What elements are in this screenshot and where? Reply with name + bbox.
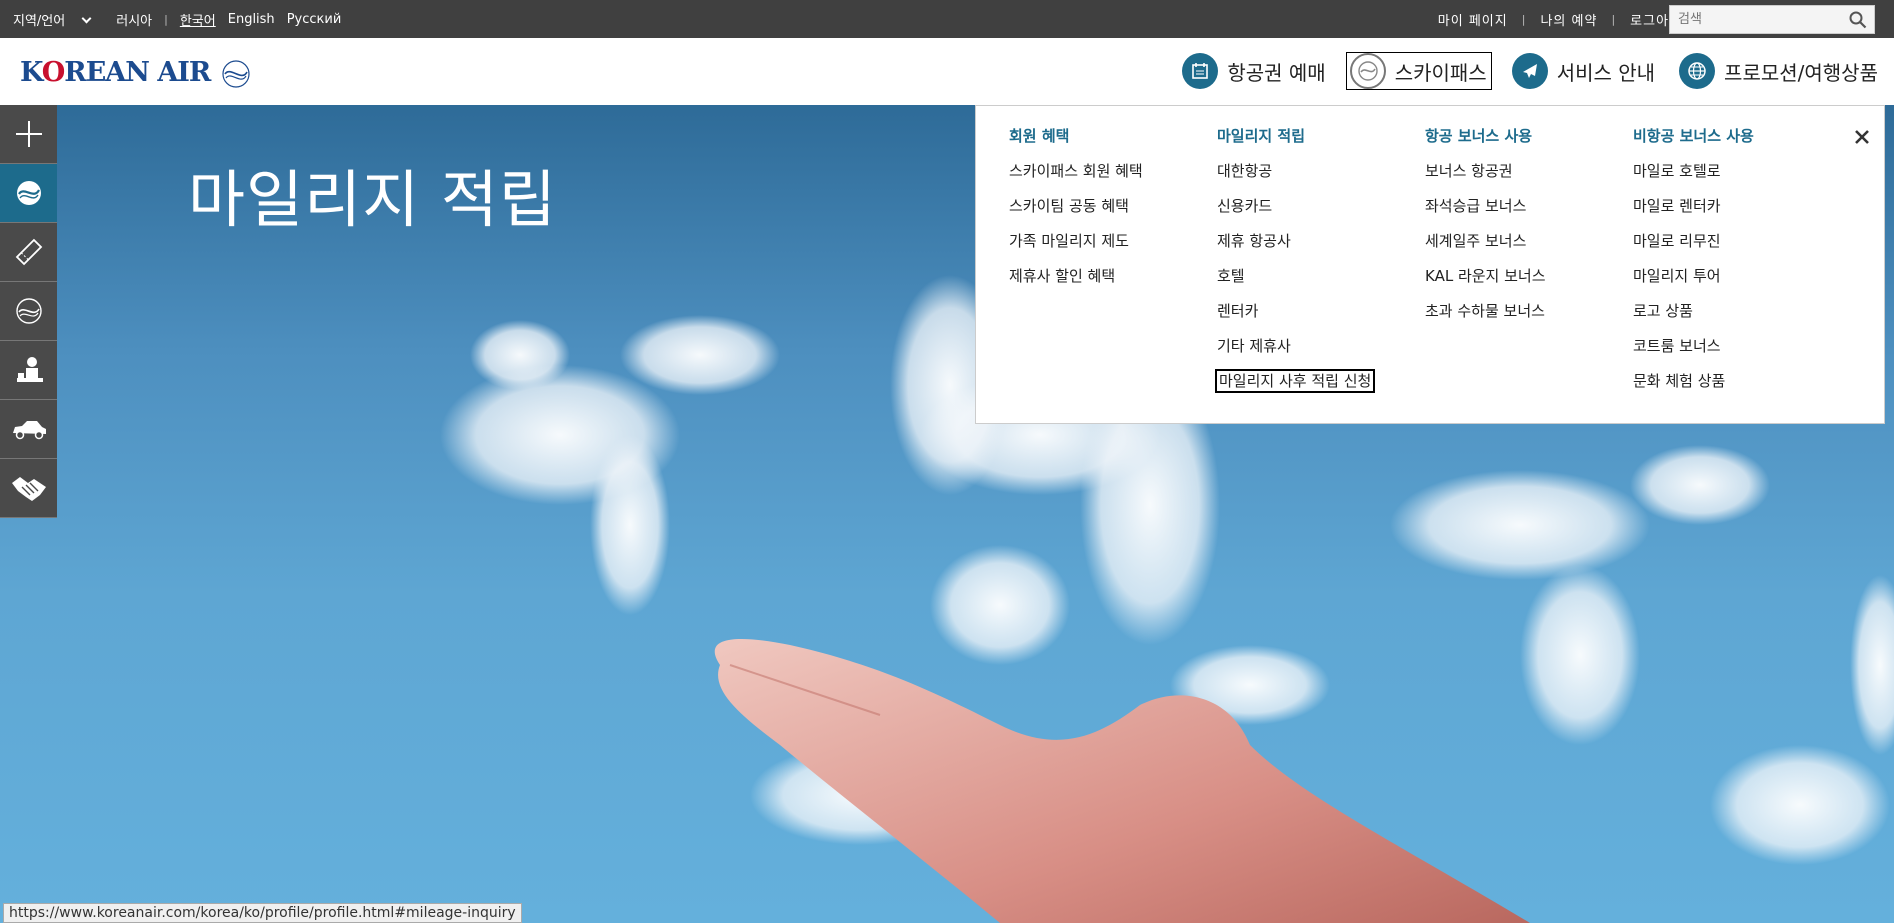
- menu-item[interactable]: 가족 마일리지 제도: [1009, 230, 1143, 265]
- menu-item[interactable]: KAL 라운지 보너스: [1425, 265, 1546, 300]
- my-page-link[interactable]: 마이 페이지: [1438, 10, 1508, 29]
- menu-item[interactable]: 호텔: [1217, 265, 1373, 300]
- airplane-icon: [1511, 53, 1548, 89]
- menu-item[interactable]: 좌석승급 보너스: [1425, 195, 1546, 230]
- main-nav: 항공권 예매 스카이패스 서비스 안내 프로모션/여행상품: [1162, 52, 1882, 90]
- account-links: 마이 페이지 | 나의 예약 | 로그아웃: [1438, 0, 1682, 38]
- menu-item[interactable]: 마일로 렌터카: [1633, 195, 1754, 230]
- menu-column-member-benefits: 회원 혜택 스카이패스 회원 혜택 스카이팀 공동 혜택 가족 마일리지 제도 …: [1009, 125, 1143, 300]
- nav-label: 항공권 예매: [1227, 60, 1326, 85]
- ticket-icon: [15, 238, 42, 266]
- menu-item[interactable]: 코트룸 보너스: [1633, 335, 1754, 370]
- search-icon[interactable]: [1849, 11, 1867, 29]
- menu-list: 대한항공 신용카드 제휴 항공사 호텔 렌터카 기타 제휴사 마일리지 사후 적…: [1214, 160, 1376, 405]
- country-label[interactable]: 러시아: [116, 10, 152, 29]
- car-icon: [12, 421, 46, 440]
- quick-menu-expand-button[interactable]: [0, 105, 57, 164]
- menu-column-heading[interactable]: 회원 혜택: [1009, 125, 1143, 146]
- top-utility-bar: 지역/언어 러시아 | 한국어 English Русский 마이 페이지 |…: [0, 0, 1894, 38]
- plus-icon: [15, 121, 42, 147]
- quick-menu-sidebar: [0, 105, 57, 518]
- skyteam-emblem-icon: [222, 60, 250, 88]
- nav-label: 스카이패스: [1394, 60, 1487, 85]
- quick-menu-ticket[interactable]: [0, 223, 57, 282]
- logo-text: KOREAN AIR: [20, 56, 211, 88]
- menu-item[interactable]: 스카이팀 공동 혜택: [1009, 195, 1143, 230]
- my-reservations-link[interactable]: 나의 예약: [1540, 10, 1597, 29]
- nav-label: 프로모션/여행상품: [1724, 60, 1878, 85]
- quick-menu-skyteam[interactable]: [0, 282, 57, 341]
- menu-list: 스카이패스 회원 혜택 스카이팀 공동 혜택 가족 마일리지 제도 제휴사 할인…: [1009, 160, 1143, 300]
- menu-item[interactable]: 마일리지 투어: [1633, 265, 1754, 300]
- language-korean[interactable]: 한국어: [180, 10, 216, 29]
- skypass-icon: [16, 181, 41, 205]
- menu-item[interactable]: 신용카드: [1217, 195, 1373, 230]
- quick-menu-skypass[interactable]: [0, 164, 57, 223]
- menu-column-mileage-earning: 마일리지 적립 대한항공 신용카드 제휴 항공사 호텔 렌터카 기타 제휴사 마…: [1214, 125, 1376, 405]
- language-russian[interactable]: Русский: [287, 12, 342, 27]
- globe-icon: [1679, 53, 1716, 89]
- menu-item[interactable]: 대한항공: [1217, 160, 1373, 195]
- nav-skypass[interactable]: 스카이패스: [1345, 52, 1492, 90]
- status-bar-url: https://www.koreanair.com/korea/ko/profi…: [3, 903, 522, 923]
- language-english[interactable]: English: [228, 12, 275, 27]
- quick-menu-partners[interactable]: [0, 459, 57, 518]
- menu-item[interactable]: 문화 체험 상품: [1633, 370, 1754, 405]
- main-header: KOREAN AIR 항공권 예매 스카이패스 서비스 안내 프로모션/여행상품: [0, 38, 1894, 105]
- skypass-icon: [1349, 53, 1386, 89]
- korean-air-logo[interactable]: KOREAN AIR: [20, 51, 256, 93]
- menu-column-non-air-bonus: 비항공 보너스 사용 마일로 호텔로 마일로 렌터카 마일로 리무진 마일리지 …: [1633, 125, 1754, 405]
- nav-booking[interactable]: 항공권 예매: [1178, 52, 1329, 90]
- search-input[interactable]: [1670, 6, 1840, 33]
- agent-icon: [16, 357, 43, 382]
- chevron-down-icon: [81, 13, 92, 23]
- page-title: 마일리지 적립: [188, 163, 557, 236]
- region-language-bar: 지역/언어 러시아 | 한국어 English Русский: [13, 0, 353, 38]
- menu-list: 보너스 항공권 좌석승급 보너스 세계일주 보너스 KAL 라운지 보너스 초과…: [1425, 160, 1546, 335]
- search-box: [1669, 5, 1875, 34]
- menu-item-focused[interactable]: 마일리지 사후 적립 신청: [1214, 369, 1376, 405]
- skyteam-icon: [15, 298, 42, 324]
- menu-column-heading[interactable]: 항공 보너스 사용: [1425, 125, 1546, 146]
- close-icon[interactable]: [1853, 128, 1871, 146]
- calendar-icon: [1182, 53, 1219, 89]
- skypass-mega-menu: 회원 혜택 스카이패스 회원 혜택 스카이팀 공동 혜택 가족 마일리지 제도 …: [975, 105, 1885, 424]
- menu-item[interactable]: 마일로 호텔로: [1633, 160, 1754, 195]
- menu-item[interactable]: 렌터카: [1217, 300, 1373, 335]
- divider: |: [1521, 12, 1527, 26]
- divider: |: [1611, 12, 1617, 26]
- menu-column-heading[interactable]: 마일리지 적립: [1217, 125, 1373, 146]
- divider: |: [164, 12, 168, 26]
- menu-item[interactable]: 보너스 항공권: [1425, 160, 1546, 195]
- region-language-selector[interactable]: 지역/언어: [13, 10, 104, 29]
- menu-item[interactable]: 스카이패스 회원 혜택: [1009, 160, 1143, 195]
- nav-label: 서비스 안내: [1556, 60, 1656, 85]
- nav-services[interactable]: 서비스 안내: [1508, 52, 1659, 90]
- menu-column-air-bonus: 항공 보너스 사용 보너스 항공권 좌석승급 보너스 세계일주 보너스 KAL …: [1425, 125, 1546, 335]
- menu-item[interactable]: 초과 수하물 보너스: [1425, 300, 1546, 335]
- menu-item[interactable]: 제휴 항공사: [1217, 230, 1373, 265]
- nav-promotions[interactable]: 프로모션/여행상품: [1675, 52, 1882, 90]
- menu-item[interactable]: 세계일주 보너스: [1425, 230, 1546, 265]
- quick-menu-agent[interactable]: [0, 341, 57, 400]
- menu-item[interactable]: 로고 상품: [1633, 300, 1754, 335]
- quick-menu-car[interactable]: [0, 400, 57, 459]
- menu-item[interactable]: 제휴사 할인 혜택: [1009, 265, 1143, 300]
- menu-item[interactable]: 마일로 리무진: [1633, 230, 1754, 265]
- menu-column-heading[interactable]: 비항공 보너스 사용: [1633, 125, 1754, 146]
- menu-list: 마일로 호텔로 마일로 렌터카 마일로 리무진 마일리지 투어 로고 상품 코트…: [1633, 160, 1754, 405]
- handshake-icon: [11, 477, 46, 501]
- menu-item[interactable]: 기타 제휴사: [1217, 335, 1373, 370]
